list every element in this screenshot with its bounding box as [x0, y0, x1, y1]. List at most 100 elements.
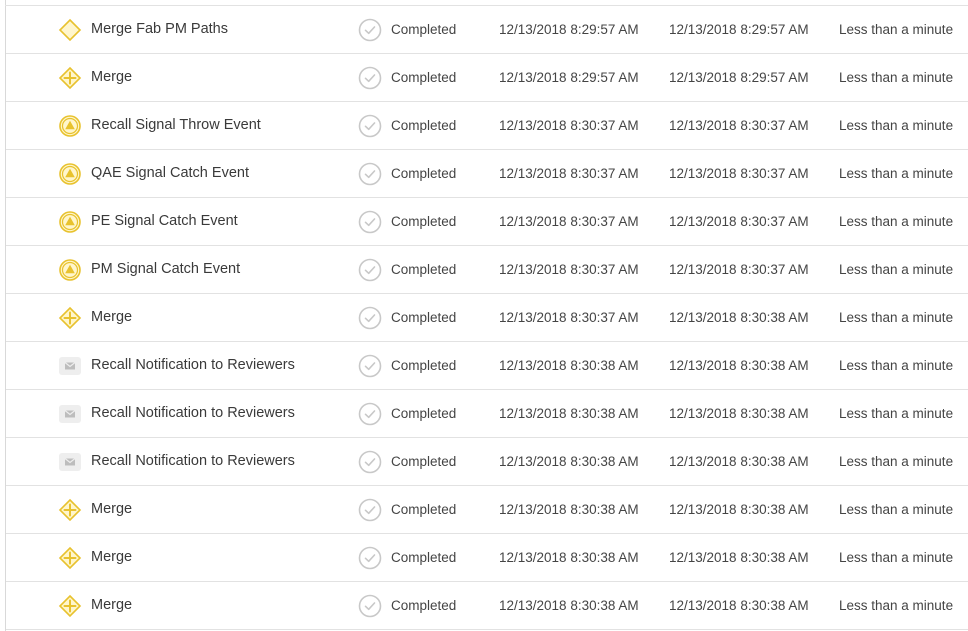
row-status-icon-cell: [358, 294, 382, 341]
row-step-name: PE Signal Catch Event: [91, 213, 238, 229]
envelope-icon: [58, 450, 82, 474]
check-circle-icon: [358, 18, 382, 42]
row-step-name: Merge: [91, 501, 133, 517]
row-start-time: 12/13/2018 8:30:38 AM: [499, 598, 639, 613]
row-duration: Less than a minute: [839, 454, 954, 469]
check-circle-icon: [358, 306, 382, 330]
row-duration: Less than a minute: [839, 550, 954, 565]
row-end-time: 12/13/2018 8:30:38 AM: [669, 550, 809, 565]
row-end-time: 12/13/2018 8:30:38 AM: [669, 358, 809, 373]
table-row[interactable]: Recall Notification to Reviewers Complet…: [6, 390, 968, 438]
table-row[interactable]: Recall Notification to Reviewers Complet…: [6, 342, 968, 390]
row-status-text: Completed: [391, 310, 457, 325]
row-status-icon-cell: [358, 438, 382, 485]
row-duration: Less than a minute: [839, 502, 954, 517]
row-type-icon-cell: [58, 198, 82, 245]
row-status-icon-cell: [358, 534, 382, 581]
row-status-icon-cell: [358, 102, 382, 149]
row-duration: Less than a minute: [839, 358, 954, 373]
check-circle-icon: [358, 402, 382, 426]
row-status-icon-cell: [358, 150, 382, 197]
row-start-time: 12/13/2018 8:30:38 AM: [499, 358, 639, 373]
row-start-time: 12/13/2018 8:29:57 AM: [499, 70, 639, 85]
row-type-icon-cell: [58, 582, 82, 629]
row-end-time: 12/13/2018 8:30:37 AM: [669, 214, 809, 229]
merge-diamond-plus-icon: [58, 306, 82, 330]
row-status-icon-cell: [358, 390, 382, 437]
row-start-time: 12/13/2018 8:30:37 AM: [499, 262, 639, 277]
check-circle-icon: [358, 210, 382, 234]
table-row[interactable]: PM Signal Catch Event Completed 12/13/201…: [6, 246, 968, 294]
instance-history-table: Merge Fab PM Paths Completed 12/13/2018 8…: [0, 0, 968, 631]
row-end-time: 12/13/2018 8:30:37 AM: [669, 262, 809, 277]
row-status-text: Completed: [391, 358, 457, 373]
row-type-icon-cell: [58, 486, 82, 533]
row-type-icon-cell: [58, 246, 82, 293]
row-start-time: 12/13/2018 8:30:38 AM: [499, 406, 639, 421]
row-type-icon-cell: [58, 534, 82, 581]
table-row[interactable]: Merge Completed 12/13/2018 8:30:38 AM 12/1…: [6, 486, 968, 534]
row-status-icon-cell: [358, 582, 382, 629]
row-duration: Less than a minute: [839, 598, 954, 613]
row-status-text: Completed: [391, 22, 457, 37]
row-step-name: Recall Notification to Reviewers: [91, 357, 295, 373]
row-start-time: 12/13/2018 8:30:37 AM: [499, 118, 639, 133]
row-type-icon-cell: [58, 102, 82, 149]
row-status-icon-cell: [358, 246, 382, 293]
row-end-time: 12/13/2018 8:30:38 AM: [669, 454, 809, 469]
row-status-icon-cell: [358, 342, 382, 389]
row-status-text: Completed: [391, 598, 457, 613]
row-status-icon-cell: [358, 54, 382, 101]
row-step-name: Merge: [91, 69, 133, 85]
row-status-text: Completed: [391, 454, 457, 469]
check-circle-icon: [358, 450, 382, 474]
row-type-icon-cell: [58, 54, 82, 101]
check-circle-icon: [358, 258, 382, 282]
row-status-text: Completed: [391, 502, 457, 517]
check-circle-icon: [358, 114, 382, 138]
row-duration: Less than a minute: [839, 22, 954, 37]
row-duration: Less than a minute: [839, 310, 954, 325]
merge-diamond-plus-icon: [58, 498, 82, 522]
table-row[interactable]: Merge Fab PM Paths Completed 12/13/2018 8…: [6, 6, 968, 54]
row-status-text: Completed: [391, 214, 457, 229]
row-step-name: Merge: [91, 309, 133, 325]
check-circle-icon: [358, 354, 382, 378]
table-row[interactable]: Recall Notification to Reviewers Complet…: [6, 438, 968, 486]
row-step-name: QAE Signal Catch Event: [91, 165, 249, 181]
row-duration: Less than a minute: [839, 166, 954, 181]
table-row[interactable]: Merge Completed 12/13/2018 8:30:38 AM 12/1…: [6, 582, 968, 630]
row-type-icon-cell: [58, 6, 82, 53]
signal-event-icon: [58, 162, 82, 186]
row-duration: Less than a minute: [839, 406, 954, 421]
row-status-icon-cell: [358, 486, 382, 533]
row-end-time: 12/13/2018 8:30:37 AM: [669, 118, 809, 133]
row-status-text: Completed: [391, 406, 457, 421]
envelope-icon: [58, 402, 82, 426]
row-status-text: Completed: [391, 70, 457, 85]
row-step-name: Merge: [91, 597, 133, 613]
table-body: Merge Fab PM Paths Completed 12/13/2018 8…: [6, 6, 968, 630]
table-row[interactable]: Merge Completed 12/13/2018 8:30:38 AM 12/1…: [6, 534, 968, 582]
signal-event-icon: [58, 258, 82, 282]
row-step-name: Merge: [91, 549, 133, 565]
row-status-icon-cell: [358, 6, 382, 53]
diamond-icon: [58, 18, 82, 42]
row-step-name: Recall Notification to Reviewers: [91, 405, 295, 421]
table-row[interactable]: Merge Completed 12/13/2018 8:29:57 AM 12/1…: [6, 54, 968, 102]
table-row[interactable]: PE Signal Catch Event Completed 12/13/201…: [6, 198, 968, 246]
row-step-name: Recall Signal Throw Event: [91, 117, 261, 133]
row-duration: Less than a minute: [839, 70, 954, 85]
table-row[interactable]: Merge Completed 12/13/2018 8:30:37 AM 12/1…: [6, 294, 968, 342]
check-circle-icon: [358, 162, 382, 186]
merge-diamond-plus-icon: [58, 546, 82, 570]
row-status-icon-cell: [358, 198, 382, 245]
table-row[interactable]: Recall Signal Throw Event Completed 12/13…: [6, 102, 968, 150]
table-row[interactable]: QAE Signal Catch Event Completed 12/13/20…: [6, 150, 968, 198]
row-end-time: 12/13/2018 8:30:38 AM: [669, 502, 809, 517]
merge-diamond-plus-icon: [58, 594, 82, 618]
row-status-text: Completed: [391, 118, 457, 133]
row-start-time: 12/13/2018 8:29:57 AM: [499, 22, 639, 37]
row-duration: Less than a minute: [839, 262, 954, 277]
row-start-time: 12/13/2018 8:30:37 AM: [499, 214, 639, 229]
